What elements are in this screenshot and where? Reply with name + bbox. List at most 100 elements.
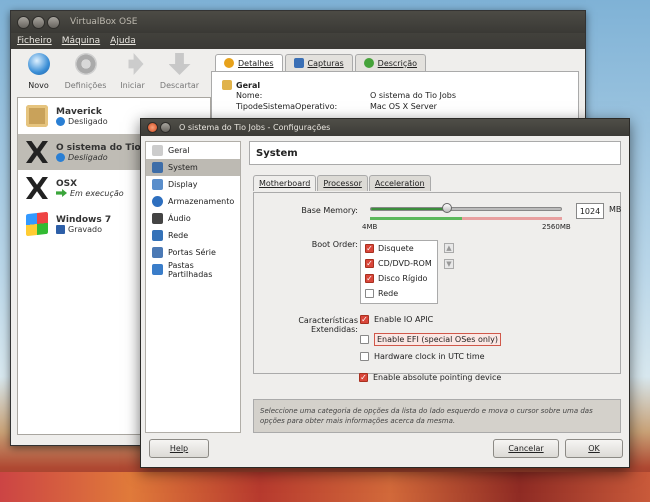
base-memory-label: Base Memory: [301,206,358,215]
boot-item-label: Rede [378,289,399,298]
boot-order-list: ✓ Disquete ✓ CD/DVD-ROM ✓ Disco Rígido Rede [360,240,438,304]
hint-panel: Seleccione uma categoria de opções da li… [253,399,621,433]
move-down-button[interactable]: ▼ [444,259,454,269]
utc-clock-option[interactable]: Hardware clock in UTC time [360,352,485,361]
details-key: Nome: [236,91,263,100]
move-up-button[interactable]: ▲ [444,243,454,253]
checkbox[interactable]: ✓ [365,274,374,283]
discard-button[interactable]: Descartar [158,53,201,101]
tab-label: Descrição [377,58,418,68]
tab-acceleration[interactable]: Acceleration [368,175,431,191]
settings-button[interactable]: Definições [64,53,107,101]
powered-off-icon [56,116,65,126]
button-label: Help [169,444,189,453]
boot-item-floppy[interactable]: ✓ Disquete [361,241,437,256]
vm-state: Em execução [70,188,124,198]
category-serial-ports[interactable]: Portas Série [146,244,240,261]
efi-option[interactable]: Enable EFI (special OSes only) [360,333,501,346]
menu-ficheiro[interactable]: Ficheiro [17,36,52,46]
checkbox[interactable]: ✓ [359,373,368,382]
maximize-window-button[interactable] [47,15,60,29]
category-storage[interactable]: Armazenamento [146,193,240,210]
tab-label: Detalhes [238,58,274,68]
vm-name: Windows 7 [56,214,112,225]
storage-disk-icon [152,196,163,207]
boot-item-label: Disco Rígido [378,274,428,283]
start-button[interactable]: Iniciar [111,53,154,101]
boot-item-label: Disquete [378,244,414,253]
boot-item-cd-dvd[interactable]: ✓ CD/DVD-ROM [361,256,437,271]
memory-range-indicator [370,217,562,220]
category-label: Display [168,180,198,189]
main-window-title: VirtualBox OSE [70,17,138,27]
boot-item-hard-disk[interactable]: ✓ Disco Rígido [361,271,437,286]
details-key: TipodeSistemaOperativo: [236,102,338,111]
folder-icon [152,264,163,275]
desktop-wallpaper [0,472,650,502]
boot-item-network[interactable]: Rede [361,286,437,301]
button-label: Cancelar [508,444,544,453]
tab-label: Capturas [307,58,344,68]
main-title-bar: VirtualBox OSE [11,11,585,33]
menu-ajuda[interactable]: Ajuda [110,36,136,46]
menu-maquina[interactable]: Máquina [62,36,100,46]
vm-state: Desligado [68,152,108,162]
category-system[interactable]: System [146,159,240,176]
absolute-pointing-option[interactable]: ✓ Enable absolute pointing device [359,373,501,382]
powered-off-icon [56,152,65,162]
dialog-title: O sistema do Tio Jobs - Configurações [179,123,331,132]
section-title: System [249,141,621,165]
checkbox[interactable]: ✓ [365,259,374,268]
checkbox[interactable] [360,335,369,344]
system-chip-icon [152,162,163,173]
settings-dialog: O sistema do Tio Jobs - Configurações Ge… [140,118,630,468]
category-display[interactable]: Display [146,176,240,193]
network-icon [152,230,163,241]
tab-details[interactable]: Detalhes [215,54,283,71]
category-label: Rede [168,231,189,240]
extended-features-label: Características Extendidas: [298,316,358,334]
minimize-window-button[interactable] [32,15,45,29]
tab-description[interactable]: Descrição [354,54,427,71]
base-memory-input[interactable]: 1024 [576,203,604,219]
dialog-title-bar: O sistema do Tio Jobs - Configurações [141,119,629,136]
mac-os-x-icon [26,177,48,199]
settings-icon [74,53,97,75]
cancel-button[interactable]: Cancelar [493,439,559,458]
menu-bar: Ficheiro Máquina Ajuda [11,33,585,49]
checkbox[interactable]: ✓ [360,315,369,324]
minimize-dialog-button[interactable] [160,122,171,133]
tab-label: Processor [323,179,362,188]
close-dialog-button[interactable] [147,122,158,133]
category-label: System [168,163,198,172]
checkbox[interactable] [365,289,374,298]
vm-state: Desligado [68,116,108,126]
category-geral[interactable]: Geral [146,142,240,159]
category-shared-folders[interactable]: Pastas Partilhadas [146,261,240,279]
tab-processor[interactable]: Processor [317,175,368,191]
close-window-button[interactable] [17,15,30,29]
settings-button-label: Definições [64,81,107,90]
checkbox[interactable] [360,352,369,361]
category-label: Geral [168,146,190,155]
category-network[interactable]: Rede [146,227,240,244]
tab-label: Motherboard [259,179,311,188]
base-memory-slider[interactable] [370,203,562,213]
serial-port-icon [152,247,163,258]
help-button[interactable]: Help [149,439,209,458]
slider-knob[interactable] [442,203,452,213]
option-label: Enable IO APIC [374,315,434,324]
general-icon [152,145,163,156]
ok-button[interactable]: OK [565,439,623,458]
tab-motherboard[interactable]: Motherboard [253,175,317,191]
details-section-title: Geral [236,80,261,90]
tab-snapshots[interactable]: Capturas [284,54,353,71]
discard-arrow-icon [168,53,191,75]
io-apic-option[interactable]: ✓ Enable IO APIC [360,315,433,324]
category-audio[interactable]: Áudio [146,210,240,227]
running-icon [56,189,67,197]
new-button[interactable]: Novo [17,53,60,101]
camera-icon [293,58,304,68]
speech-bubble-icon [363,58,374,68]
checkbox[interactable]: ✓ [365,244,374,253]
